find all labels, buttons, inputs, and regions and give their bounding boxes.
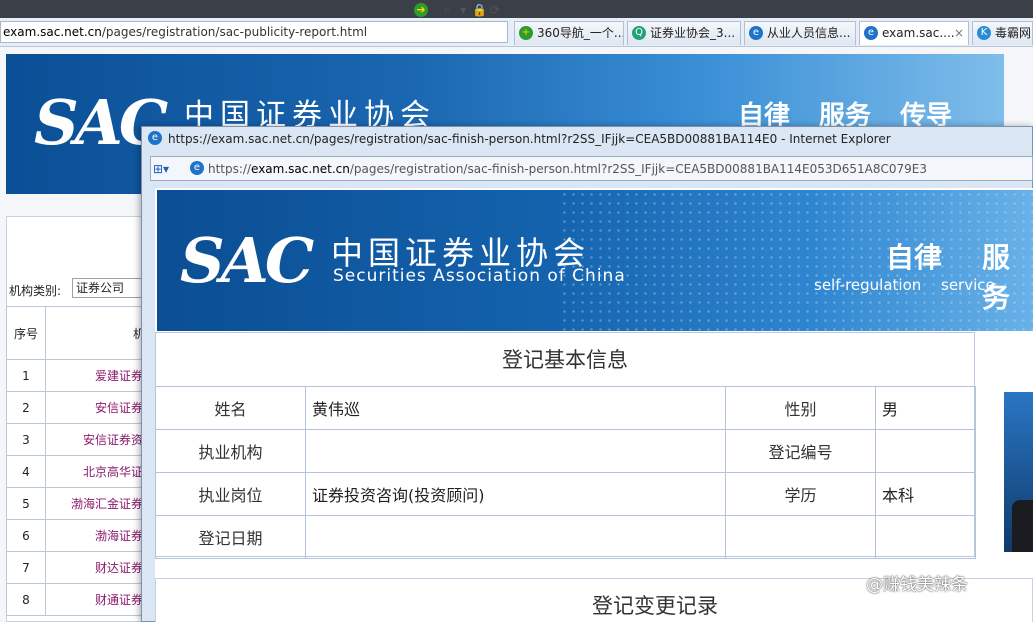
world-map-decoration xyxy=(560,190,1033,331)
refresh-icon[interactable]: ⟳ xyxy=(488,3,502,17)
tab-360[interactable]: + 360导航_一个... xyxy=(514,21,624,45)
institution-type-select[interactable]: 证券公司 xyxy=(72,278,144,298)
institution-link[interactable]: 财达证券 xyxy=(45,551,146,584)
field-value xyxy=(305,429,726,473)
column-header: 机 xyxy=(45,306,146,360)
institution-link[interactable]: 安信证券资 xyxy=(45,423,146,456)
field-label: 执业机构 xyxy=(155,429,306,473)
row-number: 1 xyxy=(6,359,46,392)
institution-link[interactable]: 财通证券 xyxy=(45,583,146,616)
row-number: 7 xyxy=(6,551,46,584)
table-row: 3 安信证券资 xyxy=(6,423,146,456)
address-bar[interactable]: exam.sac.net.cn/pages/registration/sac-p… xyxy=(0,21,508,43)
ie-icon: e xyxy=(749,26,763,40)
table-row: 6 渤海证券 xyxy=(6,519,146,552)
table-header-row: 序号 机 xyxy=(6,306,146,360)
popup-address-text: https://exam.sac.net.cn/pages/registrati… xyxy=(208,162,928,176)
row-number: 4 xyxy=(6,455,46,488)
slogan-self-regulation: 自律 xyxy=(886,241,943,274)
table-row: 执业岗位 证券投资咨询(投资顾问) 学历 本科 xyxy=(155,472,976,516)
registration-info-table: 姓名 黄伟巡 性别 男 执业机构 登记编号 执业岗位 证券投资咨询(投资顾问) … xyxy=(155,386,976,559)
banner-title-en: Securities Association of China xyxy=(333,266,626,286)
field-value xyxy=(305,515,726,559)
sac-logo: SAC xyxy=(180,224,314,297)
institution-link[interactable]: 爱建证券 xyxy=(45,359,146,392)
column-header: 序号 xyxy=(6,306,46,360)
window-title: https://exam.sac.net.cn/pages/registrati… xyxy=(168,132,891,146)
table-row: 姓名 黄伟巡 性别 男 xyxy=(155,386,976,430)
go-icon[interactable]: ➜ xyxy=(414,3,428,17)
field-value xyxy=(875,515,976,559)
tab-label: 证券业协会_3... xyxy=(650,26,736,40)
search-icon: Q xyxy=(632,26,646,40)
ie-icon: e xyxy=(148,131,162,145)
field-label: 执业岗位 xyxy=(155,472,306,516)
close-icon[interactable]: × xyxy=(954,22,964,44)
row-number: 8 xyxy=(6,583,46,616)
dropdown-icon[interactable]: ▾ xyxy=(456,3,470,17)
search-icon[interactable]: ⌕ xyxy=(440,3,454,17)
field-label xyxy=(725,515,876,559)
field-label: 性别 xyxy=(725,386,876,430)
slogan-en-self-regulation: self-regulation xyxy=(814,276,922,294)
tab-label: 从业人员信息... xyxy=(767,26,851,40)
field-value: 证券投资咨询(投资顾问) xyxy=(305,472,726,516)
row-number: 3 xyxy=(6,423,46,456)
row-number: 2 xyxy=(6,391,46,424)
lock-icon: 🔒 xyxy=(472,3,487,17)
table-row: 7 财达证券 xyxy=(6,551,146,584)
tab-sac-search[interactable]: Q 证券业协会_3... xyxy=(627,21,741,45)
table-row: 8 财通证券 xyxy=(6,583,146,616)
k-icon: K xyxy=(977,26,991,40)
institution-link[interactable]: 渤海汇金证券 xyxy=(45,487,146,520)
filter-label: 机构类别: xyxy=(9,284,62,298)
field-label: 姓名 xyxy=(155,386,306,430)
tab-label: 360导航_一个... xyxy=(537,26,624,40)
section-title: 登记基本信息 xyxy=(502,348,628,372)
tab-label: 毒霸网 xyxy=(995,26,1032,40)
institution-table: 序号 机 1 爱建证券 2 安信证券 3 安信证券资 4 北京高华证 5 渤海汇金证券 6… xyxy=(6,306,146,616)
field-label: 登记日期 xyxy=(155,515,306,559)
tab-label: exam.sac.... xyxy=(882,26,955,40)
ie-icon: e xyxy=(190,161,204,175)
address-text: exam.sac.net.cn/pages/registration/sac-p… xyxy=(3,25,368,39)
table-row: 2 安信证券 xyxy=(6,391,146,424)
table-row: 5 渤海汇金证券 xyxy=(6,487,146,520)
table-row: 登记日期 xyxy=(155,515,976,559)
field-label: 学历 xyxy=(725,472,876,516)
institution-link[interactable]: 安信证券 xyxy=(45,391,146,424)
field-value xyxy=(875,429,976,473)
slogan-en-service: service xyxy=(941,276,995,294)
field-value: 本科 xyxy=(875,472,976,516)
add-favorite-icon[interactable]: ⊞▾ xyxy=(153,160,181,178)
tab-exam-sac[interactable]: e exam.sac.... × xyxy=(859,21,969,45)
institution-link[interactable]: 渤海证券 xyxy=(45,519,146,552)
person-photo-figure xyxy=(1012,500,1033,552)
ie-icon: e xyxy=(864,26,878,40)
watermark: @赚钱美辣条 xyxy=(866,575,968,595)
row-number: 6 xyxy=(6,519,46,552)
table-row: 1 爱建证券 xyxy=(6,359,146,392)
institution-link[interactable]: 北京高华证 xyxy=(45,455,146,488)
table-row: 4 北京高华证 xyxy=(6,455,146,488)
tab-duba[interactable]: K 毒霸网 xyxy=(972,21,1033,45)
row-number: 5 xyxy=(6,487,46,520)
360-icon: + xyxy=(519,26,533,40)
tab-practitioner-info[interactable]: e 从业人员信息... xyxy=(744,21,856,45)
table-row: 执业机构 登记编号 xyxy=(155,429,976,473)
field-value: 男 xyxy=(875,386,976,430)
os-title-strip xyxy=(0,0,1033,18)
field-value: 黄伟巡 xyxy=(305,386,726,430)
field-label: 登记编号 xyxy=(725,429,876,473)
